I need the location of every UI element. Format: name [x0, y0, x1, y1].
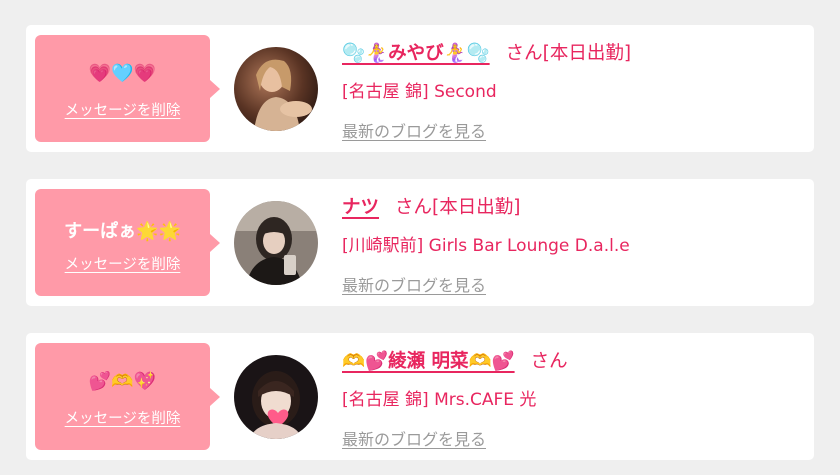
status-badge: [本日出勤]	[542, 43, 632, 64]
avatar[interactable]	[234, 355, 318, 439]
message-text: 💕🫶💖	[88, 371, 157, 392]
latest-blog-link[interactable]: 最新のブログを見る	[342, 272, 486, 296]
avatar[interactable]	[234, 47, 318, 131]
delete-message-link[interactable]: メッセージを削除	[35, 407, 210, 428]
message-info: 🫧🧜‍♀️みやび🧜‍♀️🫧 さん[本日出勤] [名古屋 錦] Second 最新の…	[342, 25, 802, 152]
message-card: 💗🩵💗 メッセージを削除 🫧🧜‍♀️みやび🧜‍♀️🫧 さん[本日出勤] [名古屋 …	[26, 25, 814, 152]
message-bubble: すーぱぁ🌟🌟 メッセージを削除	[35, 189, 220, 296]
sender-name-link[interactable]: 🫶💕綾瀬 明菜🫶💕	[342, 351, 515, 372]
message-bubble: 💕🫶💖 メッセージを削除	[35, 343, 220, 450]
message-text: すーぱぁ🌟🌟	[64, 221, 181, 242]
sender-name-link[interactable]: ナツ	[342, 197, 379, 218]
honorific: さん	[530, 351, 568, 372]
sender-line: ナツ さん[本日出勤]	[342, 193, 520, 219]
shop-name: [名古屋 錦] Second	[342, 82, 497, 102]
latest-blog-link[interactable]: 最新のブログを見る	[342, 426, 486, 450]
sender-line: 🫶💕綾瀬 明菜🫶💕 さん	[342, 347, 568, 373]
message-card: 💕🫶💖 メッセージを削除 🫶💕綾瀬 明菜🫶💕 さん [名古屋 錦] Mrs.CAF…	[26, 333, 814, 460]
shop-name: [名古屋 錦] Mrs.CAFE 光	[342, 390, 537, 410]
message-info: ナツ さん[本日出勤] [川崎駅前] Girls Bar Lounge D.a.l…	[342, 179, 802, 306]
sender-name-link[interactable]: 🫧🧜‍♀️みやび🧜‍♀️🫧	[342, 43, 490, 64]
delete-message-link[interactable]: メッセージを削除	[35, 99, 210, 120]
message-card: すーぱぁ🌟🌟 メッセージを削除 ナツ さん[本日出勤] [川崎駅前] Girls …	[26, 179, 814, 306]
sender-line: 🫧🧜‍♀️みやび🧜‍♀️🫧 さん[本日出勤]	[342, 39, 631, 65]
shop-name: [川崎駅前] Girls Bar Lounge D.a.l.e	[342, 236, 630, 256]
honorific: さん	[395, 197, 433, 218]
latest-blog-link[interactable]: 最新のブログを見る	[342, 118, 486, 142]
delete-message-link[interactable]: メッセージを削除	[35, 253, 210, 274]
status-badge: [本日出勤]	[432, 197, 521, 218]
message-info: 🫶💕綾瀬 明菜🫶💕 さん [名古屋 錦] Mrs.CAFE 光 最新のブログを見る	[342, 333, 802, 460]
message-bubble: 💗🩵💗 メッセージを削除	[35, 35, 220, 142]
honorific: さん	[505, 43, 543, 64]
message-text: 💗🩵💗	[88, 63, 157, 84]
avatar[interactable]	[234, 201, 318, 285]
